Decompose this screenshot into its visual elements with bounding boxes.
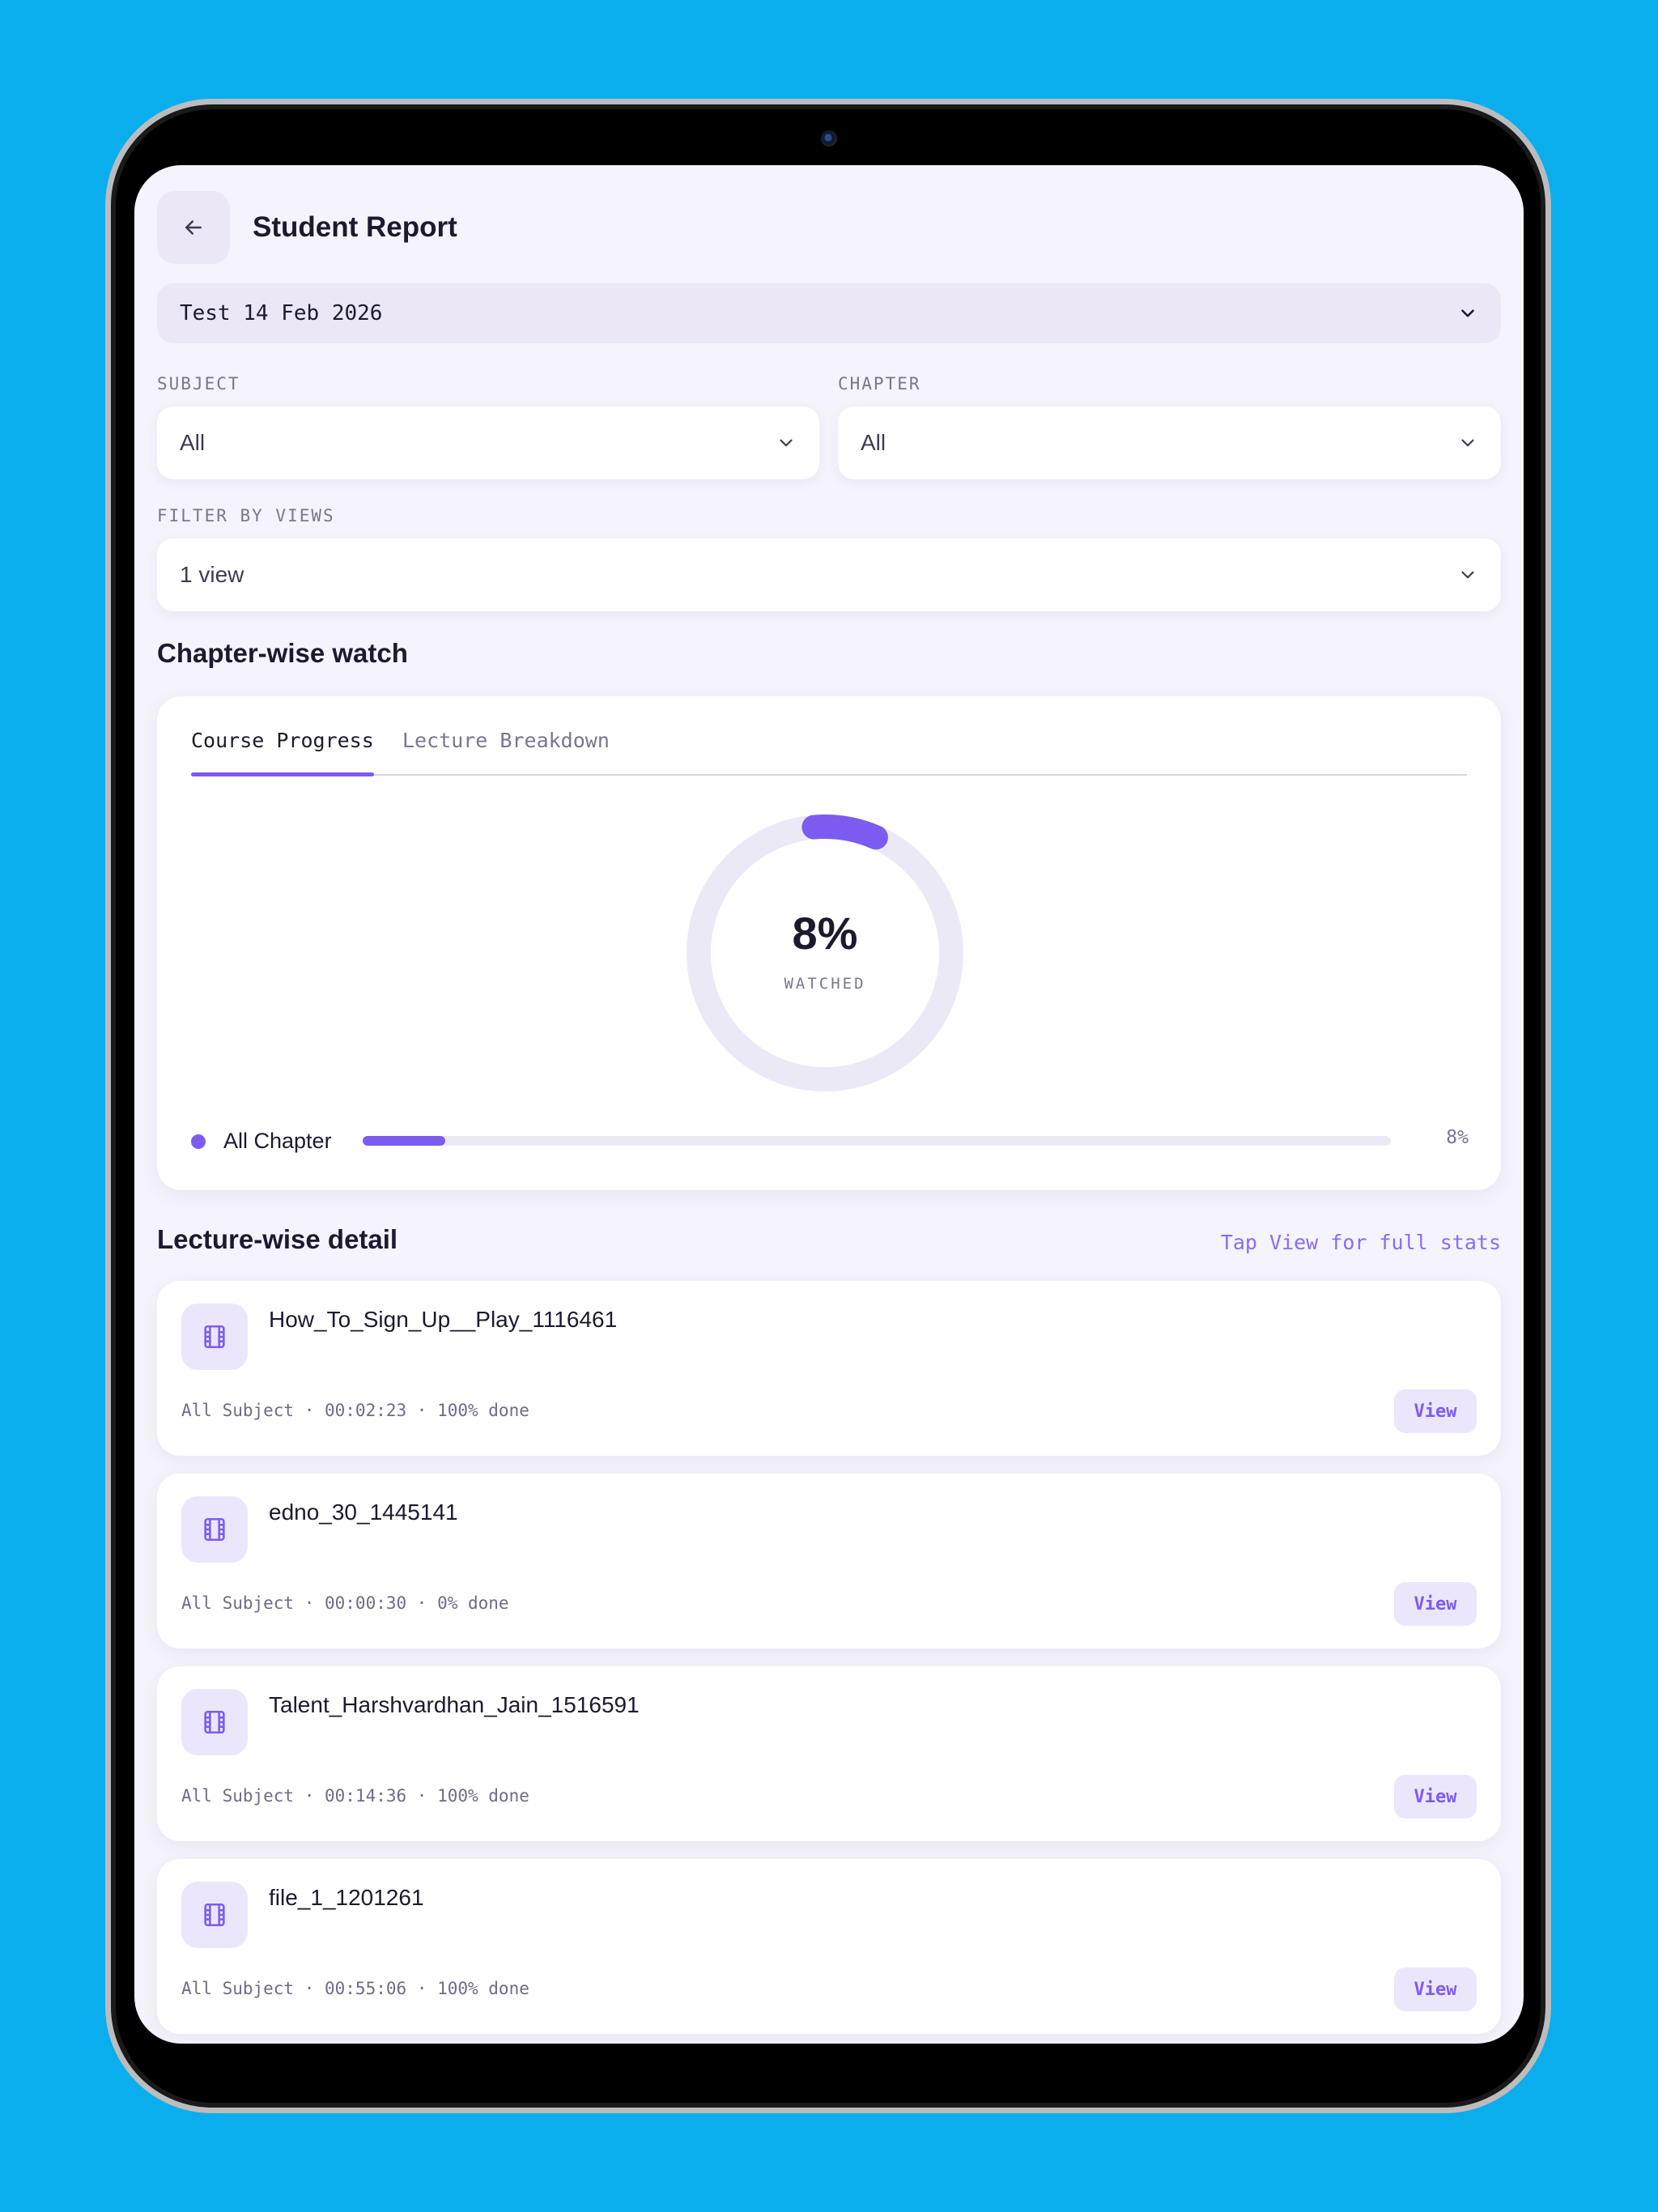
page-title: Student Report <box>253 211 457 243</box>
lecture-card: How_To_Sign_Up__Play_1116461 All Subject … <box>157 1281 1501 1456</box>
subject-value: All <box>180 430 206 455</box>
donut-percent: 8% <box>792 908 858 959</box>
lecture-thumb <box>181 1496 248 1563</box>
progress-donut: 8% WATCHED <box>683 811 967 1095</box>
chevron-down-icon <box>1461 309 1474 317</box>
test-select-value: Test 14 Feb 2026 <box>180 301 383 325</box>
lecture-section-title: Lecture-wise detail <box>157 1224 398 1254</box>
chevron-down-icon <box>1461 439 1474 447</box>
view-button[interactable]: View <box>1394 1967 1477 2011</box>
film-icon <box>204 1710 225 1734</box>
lecture-thumb <box>181 1689 248 1755</box>
chevron-down-icon <box>1461 571 1474 579</box>
back-button[interactable] <box>157 191 230 264</box>
legend-dot <box>191 1134 206 1149</box>
lecture-title: file_1_1201261 <box>269 1885 424 1910</box>
chapter-label: CHAPTER <box>838 374 921 393</box>
views-filter-value: 1 view <box>180 562 244 587</box>
lecture-meta: All Subject · 00:00:30 · 0% done <box>181 1593 509 1613</box>
views-filter-dropdown[interactable]: 1 view <box>157 538 1501 611</box>
film-icon <box>204 1325 225 1349</box>
test-select[interactable]: Test 14 Feb 2026 <box>157 283 1501 343</box>
lecture-card: edno_30_1445141 All Subject · 00:00:30 · … <box>157 1474 1501 1648</box>
views-filter-label: FILTER BY VIEWS <box>157 506 335 525</box>
lecture-title: How_To_Sign_Up__Play_1116461 <box>269 1307 618 1332</box>
lecture-meta: All Subject · 00:02:23 · 100% done <box>181 1401 529 1420</box>
view-button[interactable]: View <box>1394 1582 1477 1626</box>
view-button[interactable]: View <box>1394 1775 1477 1819</box>
chapter-section-title: Chapter-wise watch <box>157 638 408 668</box>
lecture-hint: Tap View for full stats <box>1220 1231 1501 1254</box>
chapter-value: All <box>861 430 886 455</box>
lecture-title: edno_30_1445141 <box>269 1499 458 1525</box>
film-icon <box>204 1517 225 1542</box>
chapter-progress-fill <box>363 1136 445 1146</box>
lecture-meta: All Subject · 00:14:36 · 100% done <box>181 1786 529 1806</box>
tab-bar: Course Progress Lecture Breakdown <box>191 729 1467 776</box>
subject-dropdown[interactable]: All <box>157 406 819 479</box>
view-button[interactable]: View <box>1394 1389 1477 1433</box>
lecture-thumb <box>181 1304 248 1370</box>
tab-lecture-breakdown[interactable]: Lecture Breakdown <box>402 729 610 752</box>
lecture-thumb <box>181 1882 248 1948</box>
chapter-dropdown[interactable]: All <box>838 406 1501 479</box>
chevron-down-icon <box>780 439 793 447</box>
film-icon <box>204 1903 225 1927</box>
chapter-watch-card: Course Progress Lecture Breakdown 8% WAT… <box>157 696 1501 1190</box>
lecture-card: file_1_1201261 All Subject · 00:55:06 · 1… <box>157 1859 1501 2034</box>
lecture-title: Talent_Harshvardhan_Jain_1516591 <box>269 1692 640 1717</box>
app-screen: Student Report Test 14 Feb 2026 SUBJECT … <box>134 165 1524 2044</box>
donut-caption: WATCHED <box>784 975 866 993</box>
front-camera <box>821 130 837 147</box>
arrow-left-icon <box>185 220 202 235</box>
lecture-card: Talent_Harshvardhan_Jain_1516591 All Subj… <box>157 1666 1501 1841</box>
chapter-progress-bar <box>363 1136 1391 1146</box>
page-header: Student Report <box>157 191 457 264</box>
tab-course-progress[interactable]: Course Progress <box>191 729 374 776</box>
legend-label: All Chapter <box>223 1129 332 1153</box>
lecture-meta: All Subject · 00:55:06 · 100% done <box>181 1979 529 1998</box>
chapter-progress-value: 8% <box>1446 1127 1469 1148</box>
subject-label: SUBJECT <box>157 374 240 393</box>
